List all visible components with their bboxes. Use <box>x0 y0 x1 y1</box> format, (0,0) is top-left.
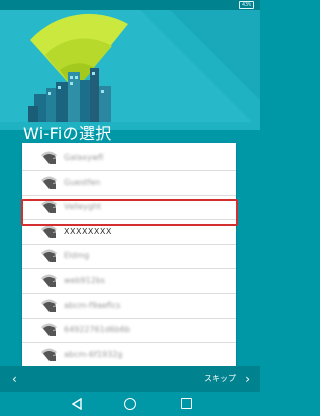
nav-home-icon[interactable] <box>124 398 136 410</box>
nav-recent-icon[interactable] <box>181 398 192 409</box>
wifi-lock-icon <box>41 299 57 312</box>
wifi-network-row[interactable]: Eldmg <box>22 243 236 270</box>
wifi-lock-icon <box>41 249 57 263</box>
battery-indicator: 43% <box>238 1 254 9</box>
wifi-lock-icon <box>41 323 57 337</box>
wifi-network-list[interactable]: Galaxywfl Guestfen Valleyght XXXXXXXX Eldmg w… <box>22 143 236 368</box>
status-bar: 43% <box>0 0 260 10</box>
city-wifi-illustration <box>0 10 260 130</box>
chevron-right-icon[interactable]: › <box>245 372 250 386</box>
chevron-left-icon[interactable]: ‹ <box>12 372 17 386</box>
network-name: Galaxywfl <box>64 153 104 162</box>
network-name: Guestfen <box>64 177 101 187</box>
wifi-lock-icon <box>41 176 57 189</box>
nav-back-icon[interactable] <box>72 398 82 410</box>
header-illustration <box>0 10 260 130</box>
wifi-network-row[interactable]: 64922761d6b6b <box>22 317 236 344</box>
network-name: 64922761d6b6b <box>64 325 131 335</box>
wifi-lock-icon <box>41 225 57 238</box>
system-nav-bar <box>0 392 260 416</box>
wifi-network-row[interactable]: abcm-6f1932g <box>22 342 236 368</box>
wifi-lock-icon <box>41 348 57 361</box>
wifi-network-row[interactable]: Galaxywfl <box>22 145 236 171</box>
skip-button[interactable]: スキップ <box>204 374 236 384</box>
wifi-network-row[interactable]: Guestfen <box>22 170 236 196</box>
network-name: abcm-6f1932g <box>64 349 123 359</box>
bottom-bar: ‹ スキップ › <box>0 366 260 392</box>
wifi-network-row[interactable]: web912bs <box>22 268 236 294</box>
wifi-lock-icon <box>41 274 57 287</box>
page-title: Wi-Fiの選択 <box>23 124 112 143</box>
wifi-network-row[interactable]: abcm-f9aeflcs <box>22 293 236 319</box>
network-name: XXXXXXXX <box>64 226 112 236</box>
selected-network-highlight <box>21 199 238 226</box>
network-name: abcm-f9aeflcs <box>64 300 121 310</box>
network-name: web912bs <box>64 276 106 285</box>
network-name: Eldmg <box>64 251 90 261</box>
wifi-lock-icon <box>41 151 57 164</box>
